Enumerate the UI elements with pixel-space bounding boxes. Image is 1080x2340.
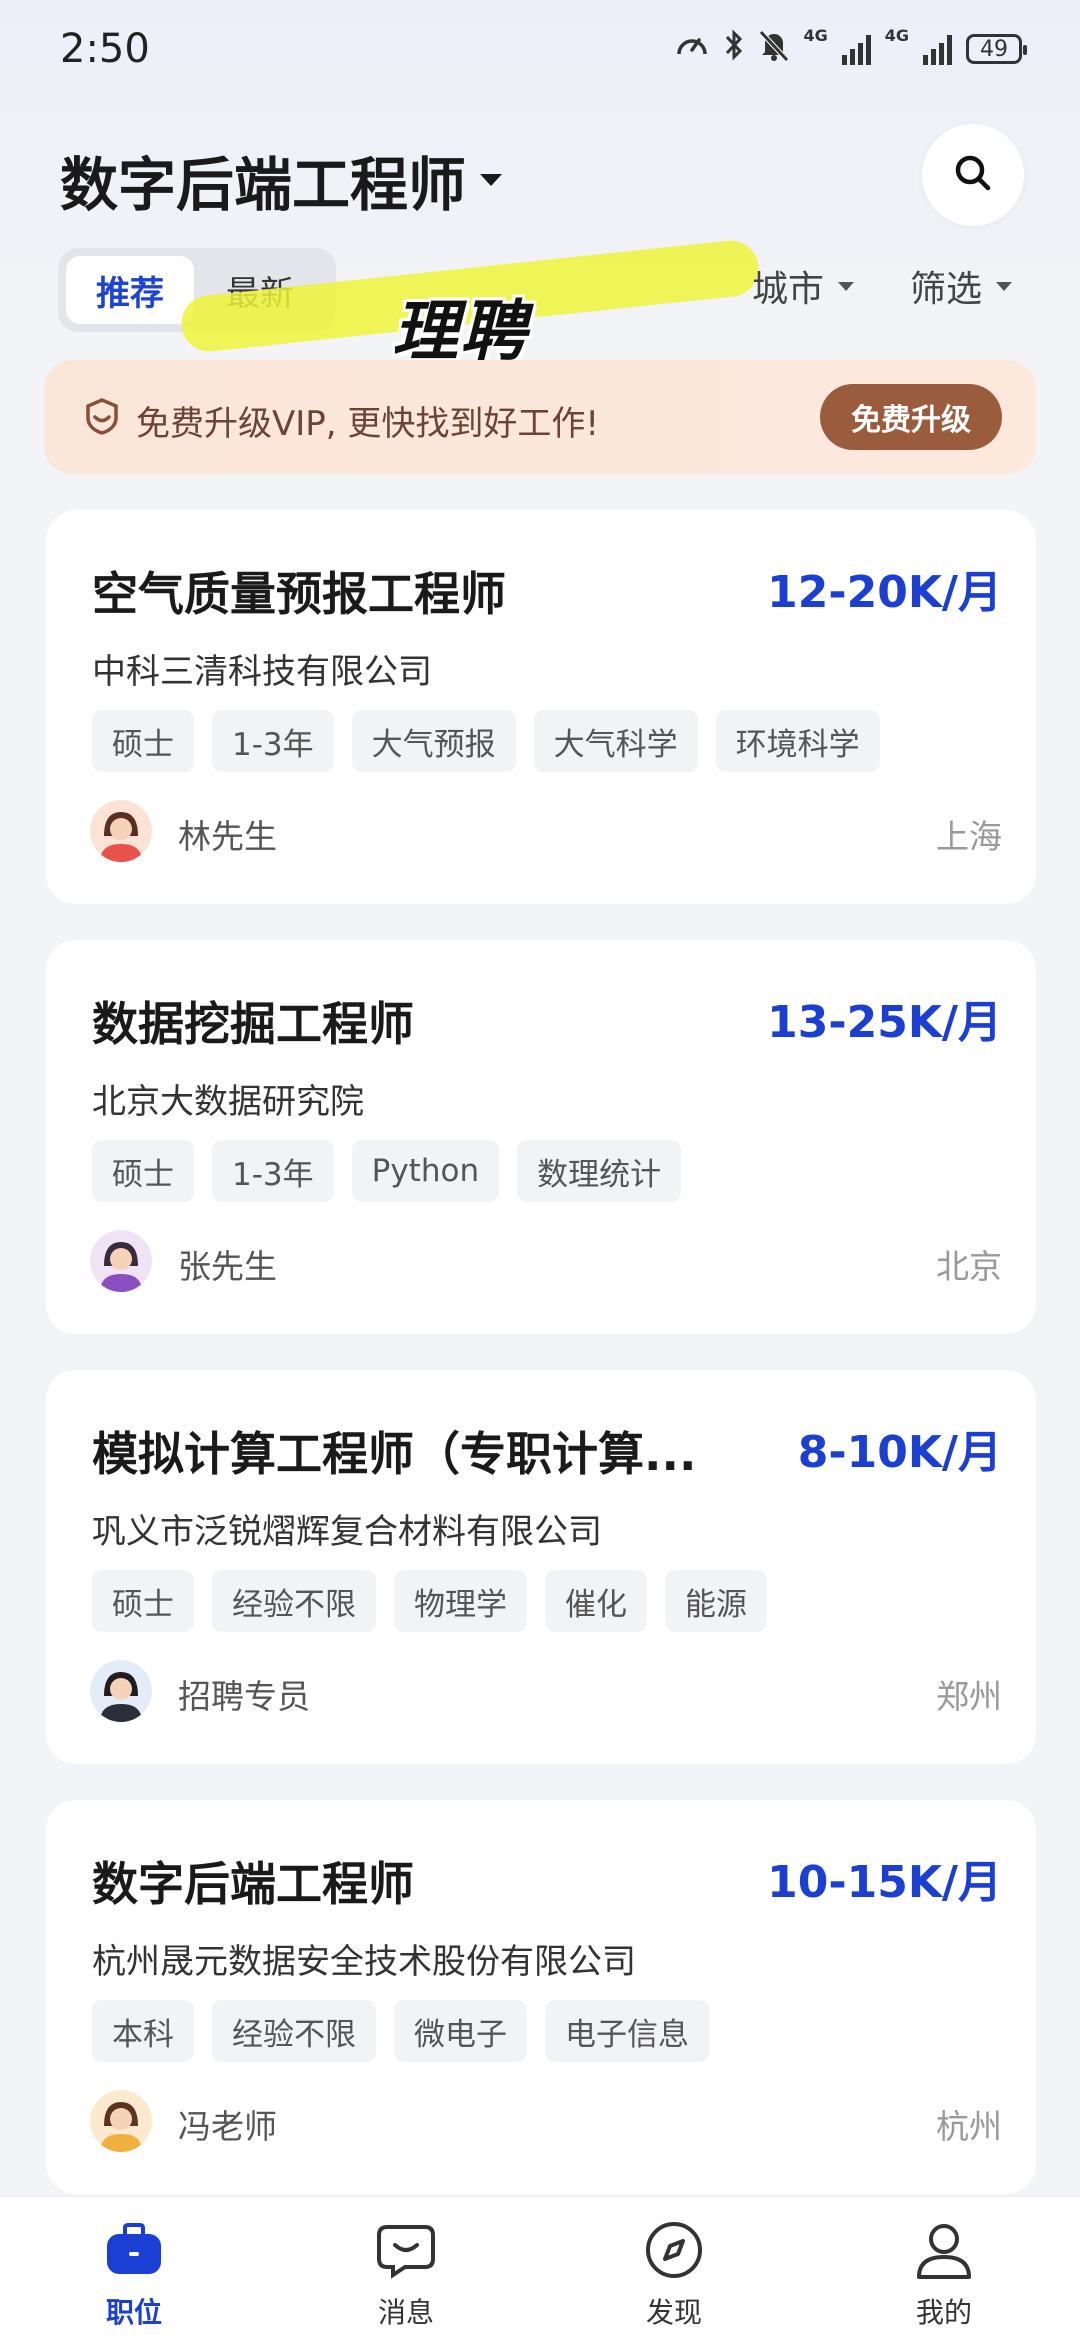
job-tags: 硕士 1-3年 大气预报 大气科学 环境科学 bbox=[92, 710, 880, 772]
job-tag: 环境科学 bbox=[715, 710, 880, 772]
job-tag: 物理学 bbox=[394, 1570, 527, 1632]
recruiter-name: 张先生 bbox=[178, 1247, 277, 1286]
job-tag: 数理统计 bbox=[517, 1140, 682, 1202]
vip-upgrade-button[interactable]: 免费升级 bbox=[820, 384, 1002, 450]
tab-recommend[interactable]: 推荐 bbox=[66, 256, 194, 324]
search-button[interactable] bbox=[922, 124, 1024, 226]
job-tags: 硕士 经验不限 物理学 催化 能源 bbox=[92, 1570, 767, 1632]
job-tag: 硕士 bbox=[92, 1570, 194, 1632]
job-tags: 硕士 1-3年 Python 数理统计 bbox=[92, 1140, 682, 1202]
city-filter-label: 城市 bbox=[752, 269, 825, 310]
bottom-nav: 职位 消息 发现 我的 bbox=[0, 2196, 1080, 2340]
job-salary: 13-25K/月 bbox=[767, 997, 1002, 1048]
nav-profile-label: 我的 bbox=[915, 2296, 972, 2329]
company-name: 北京大数据研究院 bbox=[92, 1082, 364, 1122]
female-avatar-icon bbox=[90, 800, 152, 862]
network-type-2: 4G bbox=[884, 26, 909, 45]
job-tag: 硕士 bbox=[92, 710, 194, 772]
nav-profile[interactable]: 我的 bbox=[844, 2197, 1044, 2340]
message-icon bbox=[373, 2217, 439, 2283]
company-name: 巩义市泛锐熠辉复合材料有限公司 bbox=[92, 1512, 602, 1552]
status-bar: 2:50 4G 4G 49 bbox=[0, 0, 1080, 100]
signal-icon-1 bbox=[841, 33, 871, 65]
nav-jobs-label: 职位 bbox=[105, 2296, 162, 2329]
job-salary: 10-15K/月 bbox=[767, 1857, 1002, 1908]
job-intent-selector[interactable]: 数字后端工程师 bbox=[60, 138, 503, 222]
nav-jobs[interactable]: 职位 bbox=[34, 2197, 234, 2340]
job-salary: 12-20K/月 bbox=[767, 567, 1002, 618]
job-tag: 经验不限 bbox=[212, 2000, 376, 2062]
recruiter-name: 招聘专员 bbox=[178, 1677, 310, 1716]
job-card[interactable]: 模拟计算工程师（专职计算... 8-10K/月巩义市泛锐熠辉复合材料有限公司硕士经… bbox=[46, 1370, 1036, 1764]
company-name: 杭州晟元数据安全技术股份有限公司 bbox=[92, 1942, 636, 1982]
male-avatar-icon bbox=[90, 1660, 152, 1722]
job-tag: 硕士 bbox=[92, 1140, 194, 1202]
caret-down-icon bbox=[838, 281, 855, 291]
job-title: 数字后端工程师 bbox=[92, 1857, 414, 1911]
search-icon bbox=[951, 151, 995, 199]
job-card[interactable]: 数字后端工程师 10-15K/月杭州晟元数据安全技术股份有限公司本科 经验不限 微电子… bbox=[46, 1800, 1036, 2194]
city-filter[interactable]: 城市 bbox=[752, 260, 855, 312]
job-tag: Python bbox=[351, 1140, 500, 1202]
caret-down-icon bbox=[996, 281, 1013, 291]
profile-icon bbox=[911, 2217, 977, 2283]
job-tag: 催化 bbox=[545, 1570, 647, 1632]
job-city: 郑州 bbox=[936, 1677, 1002, 1716]
job-tag: 1-3年 bbox=[212, 710, 334, 772]
job-tag: 本科 bbox=[92, 2000, 194, 2062]
status-icons: 4G 4G 49 bbox=[675, 26, 1027, 70]
speed-icon bbox=[675, 28, 709, 70]
job-tag: 大气预报 bbox=[351, 710, 516, 772]
briefcase-icon bbox=[101, 2217, 167, 2283]
recruiter-name: 林先生 bbox=[178, 817, 277, 856]
job-city: 北京 bbox=[936, 1247, 1002, 1286]
female-avatar-icon bbox=[90, 1230, 152, 1292]
filter-label: 筛选 bbox=[910, 269, 983, 310]
job-salary: 8-10K/月 bbox=[797, 1427, 1002, 1478]
vip-banner-text: 免费升级VIP, 更快找到好工作! bbox=[136, 404, 600, 444]
job-city: 上海 bbox=[936, 817, 1002, 856]
nav-discover[interactable]: 发现 bbox=[574, 2197, 774, 2340]
job-card[interactable]: 空气质量预报工程师 12-20K/月中科三清科技有限公司硕士 1-3年 大气预报 大气科… bbox=[46, 510, 1036, 904]
job-card[interactable]: 数据挖掘工程师 13-25K/月北京大数据研究院硕士 1-3年 Python 数理统计张… bbox=[46, 940, 1036, 1334]
job-city: 杭州 bbox=[936, 2107, 1002, 2146]
job-tag: 微电子 bbox=[394, 2000, 527, 2062]
nav-messages[interactable]: 消息 bbox=[306, 2197, 506, 2340]
vip-banner[interactable]: 免费升级VIP, 更快找到好工作! 免费升级 bbox=[44, 360, 1036, 474]
female-avatar-icon bbox=[90, 2090, 152, 2152]
compass-icon bbox=[641, 2217, 707, 2283]
signal-icon-2 bbox=[923, 33, 952, 65]
battery-icon: 49 bbox=[966, 34, 1027, 64]
nav-discover-label: 发现 bbox=[645, 2296, 702, 2329]
job-title: 数据挖掘工程师 bbox=[92, 997, 414, 1051]
page-title: 数字后端工程师 bbox=[60, 151, 467, 219]
job-tag: 大气科学 bbox=[533, 710, 698, 772]
network-type-1: 4G bbox=[803, 26, 828, 45]
job-tags: 本科 经验不限 微电子 电子信息 bbox=[92, 2000, 709, 2062]
job-tag: 经验不限 bbox=[212, 1570, 376, 1632]
company-name: 中科三清科技有限公司 bbox=[92, 652, 432, 692]
job-title: 空气质量预报工程师 bbox=[92, 567, 506, 621]
job-tag: 能源 bbox=[665, 1570, 767, 1632]
job-title: 模拟计算工程师（专职计算... bbox=[92, 1427, 697, 1481]
mute-bell-icon bbox=[759, 28, 790, 70]
caret-down-icon bbox=[480, 174, 503, 186]
battery-level: 49 bbox=[980, 36, 1008, 62]
job-tag: 1-3年 bbox=[212, 1140, 334, 1202]
bluetooth-icon bbox=[723, 28, 745, 70]
vip-badge-icon bbox=[82, 396, 122, 436]
job-tag: 电子信息 bbox=[545, 2000, 709, 2062]
recruiter-name: 冯老师 bbox=[178, 2107, 277, 2146]
nav-messages-label: 消息 bbox=[377, 2296, 434, 2329]
status-time: 2:50 bbox=[60, 26, 150, 72]
filter-button[interactable]: 筛选 bbox=[910, 260, 1013, 312]
